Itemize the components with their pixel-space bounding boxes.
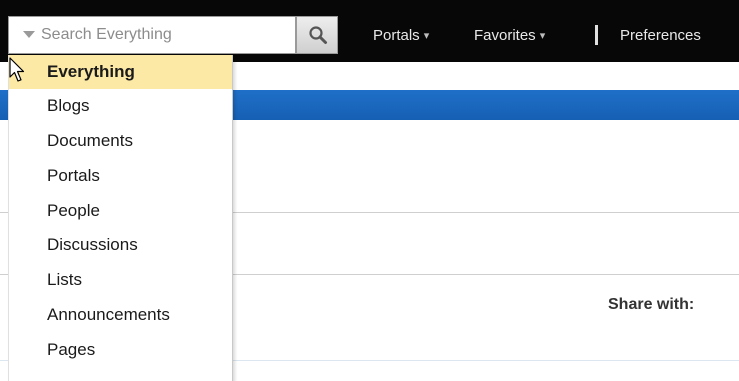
- mouse-cursor-icon: [9, 57, 25, 82]
- search-button[interactable]: [296, 16, 338, 54]
- dropdown-item-everything[interactable]: Everything: [9, 55, 232, 89]
- dropdown-item-people[interactable]: People: [9, 194, 232, 228]
- dropdown-item-portals[interactable]: Portals: [9, 159, 232, 193]
- nav-portals[interactable]: Portals ▾: [373, 27, 429, 44]
- nav-favorites[interactable]: Favorites ▾: [474, 27, 545, 44]
- dropdown-item-announcements[interactable]: Announcements: [9, 298, 232, 332]
- nav-preferences-label: Preferences: [620, 27, 701, 44]
- search-scope-dropdown: Everything Blogs Documents Portals Peopl…: [8, 55, 233, 381]
- dropdown-item-blogs[interactable]: Blogs: [9, 89, 232, 123]
- share-with-label: Share with:: [608, 296, 695, 313]
- nav-portals-label: Portals: [373, 27, 420, 44]
- dropdown-item-pages[interactable]: Pages: [9, 333, 232, 367]
- triangle-down-icon[interactable]: [23, 31, 35, 38]
- nav-preferences[interactable]: Preferences: [620, 27, 701, 44]
- search-placeholder: Search Everything: [41, 26, 172, 43]
- dropdown-item-lists[interactable]: Lists: [9, 263, 232, 297]
- chevron-down-icon: ▾: [539, 30, 546, 42]
- nav-divider: [595, 25, 598, 45]
- search-icon: [309, 26, 327, 44]
- top-navigation-bar: Search Everything Portals ▾ Favorites ▾ Pr…: [0, 0, 739, 62]
- chevron-down-icon: ▾: [423, 30, 430, 42]
- dropdown-item-discussions[interactable]: Discussions: [9, 228, 232, 262]
- nav-favorites-label: Favorites: [474, 27, 536, 44]
- search-input[interactable]: Search Everything: [8, 16, 296, 54]
- dropdown-item-documents[interactable]: Documents: [9, 124, 232, 158]
